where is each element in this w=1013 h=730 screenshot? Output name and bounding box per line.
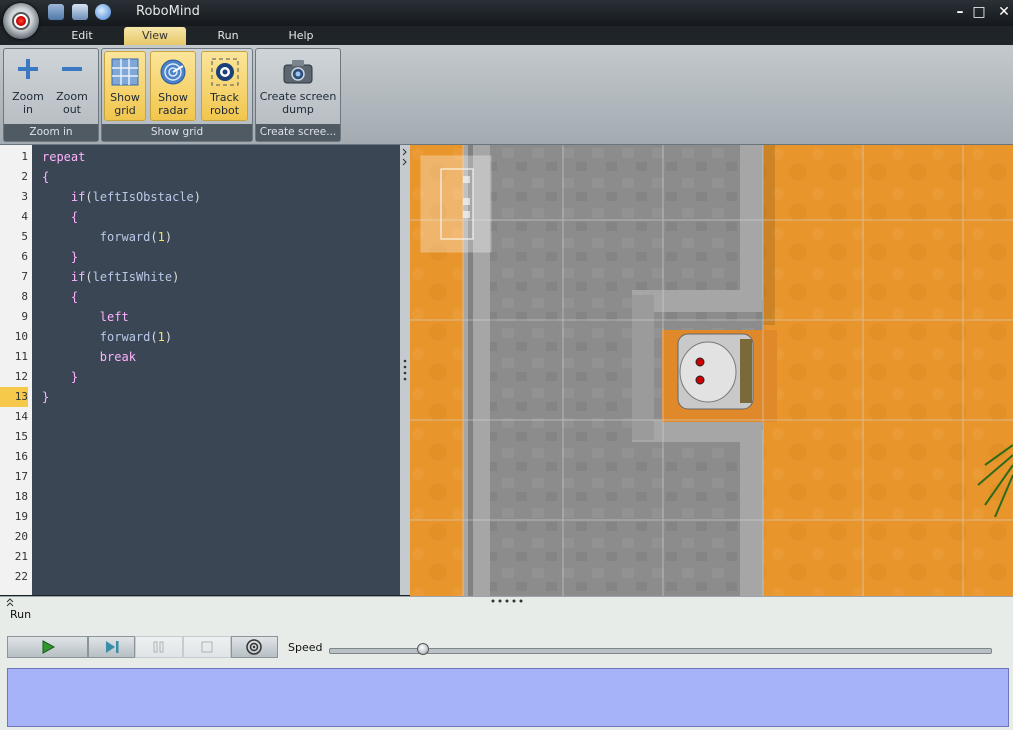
line-number: 21 xyxy=(14,550,28,563)
app-title: RoboMind xyxy=(136,4,200,19)
show-radar-button[interactable]: Show radar xyxy=(150,51,196,121)
plus-icon xyxy=(18,59,38,79)
track-robot-label: Track robot xyxy=(209,91,240,117)
code-line[interactable]: if(leftIsObstacle) xyxy=(42,187,201,207)
line-number: 16 xyxy=(14,450,28,463)
line-number: 3 xyxy=(21,190,28,203)
step-icon xyxy=(106,641,119,653)
line-number: 12 xyxy=(14,370,28,383)
show-grid-button[interactable]: Show grid xyxy=(104,51,146,121)
play-icon xyxy=(42,640,56,654)
vertical-splitter[interactable] xyxy=(400,145,410,595)
splitter-grip-icon xyxy=(402,148,407,381)
radar-target-icon xyxy=(246,639,262,655)
code-line[interactable]: { xyxy=(42,167,49,187)
track-icon xyxy=(211,58,238,86)
line-number: 19 xyxy=(14,510,28,523)
minus-icon xyxy=(62,67,82,71)
camera-icon xyxy=(283,60,313,84)
zoom-in-button[interactable]: Zoom in xyxy=(6,51,50,121)
line-number: 17 xyxy=(14,470,28,483)
tab-view[interactable]: View xyxy=(124,27,186,45)
code-line[interactable]: forward(1) xyxy=(42,227,172,247)
road-wall-right-bottom xyxy=(740,430,763,596)
radar-toggle-button[interactable] xyxy=(231,636,278,658)
code-line[interactable]: if(leftIsWhite) xyxy=(42,267,179,287)
tab-help[interactable]: Help xyxy=(280,27,322,45)
minimize-button[interactable]: – xyxy=(951,3,969,21)
radar-overlay xyxy=(420,155,492,253)
line-number: 14 xyxy=(14,410,28,423)
line-number: 8 xyxy=(21,290,28,303)
radar-icon xyxy=(160,59,186,85)
zoom-out-label: Zoom out xyxy=(56,90,88,116)
step-button[interactable] xyxy=(88,636,135,658)
group-screen-dump-label: Create scree... xyxy=(256,124,340,141)
show-radar-label: Show radar xyxy=(158,91,188,117)
line-number: 10 xyxy=(14,330,28,343)
track-robot-button[interactable]: Track robot xyxy=(201,51,248,121)
code-line[interactable]: { xyxy=(42,207,78,227)
run-panel-title: Run xyxy=(10,608,32,621)
create-screen-dump-label: Create screen dump xyxy=(259,90,337,116)
line-number: 1 xyxy=(21,150,28,163)
line-number: 6 xyxy=(21,250,28,263)
collapse-toggle-icon[interactable] xyxy=(5,597,21,607)
line-number: 11 xyxy=(14,350,28,363)
play-button[interactable] xyxy=(7,636,88,658)
folder-icon[interactable] xyxy=(72,4,88,20)
world-map[interactable] xyxy=(410,145,1013,596)
group-grid-label: Show grid xyxy=(102,124,252,141)
group-zoom-label: Zoom in xyxy=(4,124,98,141)
line-number: 13 xyxy=(0,387,28,407)
code-line[interactable]: } xyxy=(42,247,78,267)
code-line[interactable]: } xyxy=(42,367,78,387)
line-number: 4 xyxy=(21,210,28,223)
code-line[interactable]: repeat xyxy=(42,147,85,167)
stop-button[interactable] xyxy=(183,636,231,658)
code-line[interactable]: { xyxy=(42,287,78,307)
map-canvas xyxy=(410,145,1013,596)
road-wall-notch-side xyxy=(632,295,654,440)
tab-edit[interactable]: Edit xyxy=(62,27,102,45)
open-map-icon[interactable] xyxy=(48,4,64,20)
globe-icon[interactable] xyxy=(95,4,111,20)
stop-icon xyxy=(201,641,213,653)
line-number: 18 xyxy=(14,490,28,503)
line-number: 9 xyxy=(21,310,28,323)
line-number: 5 xyxy=(21,230,28,243)
pause-button[interactable] xyxy=(135,636,183,658)
tab-run[interactable]: Run xyxy=(208,27,248,45)
pause-icon xyxy=(153,641,164,653)
output-console[interactable] xyxy=(7,668,1009,727)
line-number: 20 xyxy=(14,530,28,543)
robot xyxy=(677,333,754,410)
speed-slider-thumb[interactable] xyxy=(416,643,429,655)
maximize-button[interactable]: □ xyxy=(970,3,988,21)
zoom-out-button[interactable]: Zoom out xyxy=(50,51,94,121)
zoom-in-label: Zoom in xyxy=(12,90,44,116)
code-line[interactable]: break xyxy=(42,347,136,367)
line-number: 15 xyxy=(14,430,28,443)
code-line[interactable]: forward(1) xyxy=(42,327,172,347)
code-line[interactable]: left xyxy=(42,307,129,327)
close-button[interactable]: ✕ xyxy=(995,3,1013,21)
panel-resize-handle-icon[interactable] xyxy=(490,598,526,604)
line-number: 2 xyxy=(21,170,28,183)
speed-label: Speed xyxy=(288,641,323,654)
create-screen-dump-button[interactable]: Create screen dump xyxy=(258,51,338,121)
orb-dot-icon xyxy=(16,16,26,26)
road-wall-right-top xyxy=(740,145,763,300)
app-menu-button[interactable] xyxy=(3,3,39,39)
grid-icon xyxy=(111,58,139,86)
line-number: 7 xyxy=(21,270,28,283)
code-line[interactable]: } xyxy=(42,387,49,407)
line-number: 22 xyxy=(14,570,28,583)
show-grid-label: Show grid xyxy=(110,91,140,117)
